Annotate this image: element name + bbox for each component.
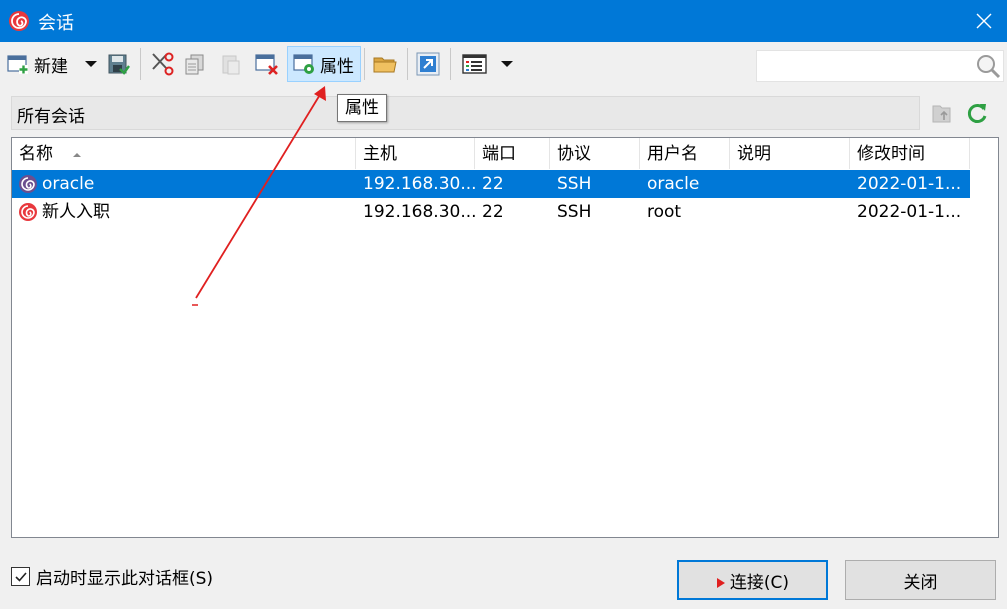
session-name: oracle — [42, 174, 95, 194]
caret-down-icon — [501, 61, 513, 67]
column-label: 修改时间 — [857, 144, 925, 164]
list-header: 名称 主机 端口 协议 用户名 说明 修改时间 — [12, 138, 998, 169]
properties-gear-icon — [293, 54, 314, 74]
column-protocol[interactable]: 协议 — [550, 138, 640, 169]
connect-button[interactable]: 连接(C) — [677, 560, 828, 600]
cell-user: root — [647, 202, 682, 222]
save-icon — [108, 54, 130, 75]
column-label: 协议 — [557, 144, 591, 164]
cell-user: oracle — [647, 174, 700, 194]
session-list[interactable]: 名称 主机 端口 协议 用户名 说明 修改时间 oracle 192.168.3… — [11, 137, 999, 538]
path-label: 所有会话 — [17, 107, 85, 127]
refresh-icon[interactable] — [964, 100, 990, 126]
cell-name: oracle — [12, 170, 386, 198]
column-description[interactable]: 说明 — [730, 138, 850, 169]
title-bar: 会话 — [0, 0, 1007, 42]
window-close-button[interactable] — [961, 0, 1007, 42]
cell-protocol: SSH — [557, 202, 592, 222]
connect-label: 连接(C) — [729, 572, 790, 593]
cell-port: 22 — [482, 174, 504, 194]
delete-button[interactable] — [254, 46, 280, 82]
list-view-icon — [462, 54, 487, 74]
shortcut-button[interactable] — [416, 46, 440, 82]
cell-name: 新人入职 — [12, 198, 386, 226]
paste-button[interactable] — [219, 46, 243, 82]
search-box[interactable] — [756, 50, 1004, 82]
properties-tooltip: 属性 — [337, 94, 387, 122]
cell-protocol: SSH — [557, 174, 592, 194]
view-button[interactable] — [462, 46, 488, 82]
properties-label: 属性 — [320, 56, 354, 77]
toolbar-separator — [450, 48, 451, 80]
cell-host: 192.168.30... — [363, 202, 477, 222]
copy-button[interactable] — [183, 46, 207, 82]
shortcut-arrow-icon — [416, 52, 440, 76]
connect-play-icon — [716, 578, 725, 588]
xshell-logo-icon — [9, 11, 29, 31]
column-label: 名称 — [19, 144, 53, 164]
show-on-startup-checkbox[interactable]: 启动时显示此对话框(S) — [11, 564, 213, 589]
checkbox-box[interactable] — [11, 567, 30, 586]
cell-host: 192.168.30... — [363, 174, 477, 194]
table-row[interactable]: 新人入职 192.168.30... 22 SSH root 2022-01-1… — [12, 198, 970, 226]
properties-button[interactable]: 属性 — [287, 46, 361, 82]
toolbar-separator — [364, 48, 365, 80]
delete-window-icon — [255, 54, 278, 75]
new-window-icon — [7, 55, 28, 74]
toolbar-separator — [140, 48, 141, 80]
cell-port: 22 — [482, 202, 504, 222]
column-modified[interactable]: 修改时间 — [850, 138, 970, 169]
folder-icon — [373, 57, 397, 73]
column-port[interactable]: 端口 — [475, 138, 550, 169]
column-user[interactable]: 用户名 — [640, 138, 730, 169]
column-name[interactable]: 名称 — [12, 138, 356, 169]
cell-modified: 2022-01-1... — [857, 174, 962, 194]
toolbar-separator — [407, 48, 408, 80]
close-icon — [976, 13, 992, 29]
new-session-button[interactable]: 新建 — [6, 46, 68, 82]
session-icon — [19, 175, 37, 193]
folder-up-icon[interactable] — [930, 100, 956, 126]
session-name: 新人入职 — [42, 202, 110, 222]
column-label: 端口 — [482, 144, 516, 164]
paste-icon — [222, 55, 240, 75]
session-icon — [19, 203, 37, 221]
cut-button[interactable] — [149, 46, 175, 82]
close-label: 关闭 — [903, 572, 938, 593]
checkmark-icon — [14, 571, 27, 582]
open-folder-button[interactable] — [372, 46, 398, 82]
scissors-icon — [152, 52, 174, 76]
column-label: 用户名 — [647, 144, 698, 164]
show-on-startup-label: 启动时显示此对话框(S) — [36, 569, 214, 589]
column-label: 说明 — [737, 144, 771, 164]
cell-modified: 2022-01-1... — [857, 202, 962, 222]
column-label: 主机 — [363, 144, 397, 164]
close-button[interactable]: 关闭 — [845, 560, 996, 600]
view-dropdown-button[interactable] — [500, 46, 514, 82]
search-icon — [977, 55, 1001, 79]
session-path-bar: 所有会话 — [11, 96, 920, 130]
copy-icon — [185, 54, 204, 75]
window-title: 会话 — [38, 13, 74, 34]
caret-down-icon — [85, 61, 97, 67]
column-host[interactable]: 主机 — [356, 138, 475, 169]
table-row[interactable]: oracle 192.168.30... 22 SSH oracle 2022-… — [12, 170, 970, 198]
new-dropdown-button[interactable] — [84, 46, 98, 82]
save-button[interactable] — [106, 46, 130, 82]
sort-ascending-icon — [73, 153, 82, 157]
new-session-label: 新建 — [34, 56, 68, 77]
